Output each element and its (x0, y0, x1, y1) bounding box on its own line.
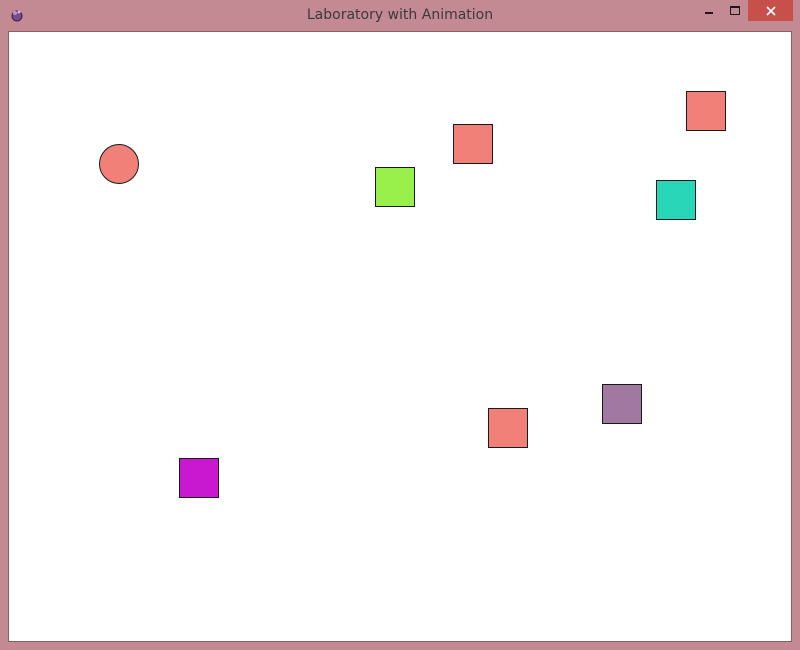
square-shape (179, 458, 219, 498)
minimize-icon (705, 11, 713, 14)
minimize-button[interactable] (696, 0, 722, 21)
close-icon (765, 5, 776, 16)
square-shape (686, 91, 726, 131)
square-shape (375, 167, 415, 207)
square-shape (453, 124, 493, 164)
maximize-icon (730, 6, 740, 15)
close-button[interactable] (748, 0, 793, 21)
maximize-button[interactable] (722, 0, 748, 21)
square-shape (488, 408, 528, 448)
animation-canvas[interactable] (8, 31, 792, 642)
ball-shape (99, 144, 139, 184)
app-window: Laboratory with Animation (0, 0, 800, 650)
window-title: Laboratory with Animation (306, 7, 494, 23)
square-shape (656, 180, 696, 220)
square-shape (602, 384, 642, 424)
title-bar[interactable]: Laboratory with Animation (0, 0, 800, 30)
